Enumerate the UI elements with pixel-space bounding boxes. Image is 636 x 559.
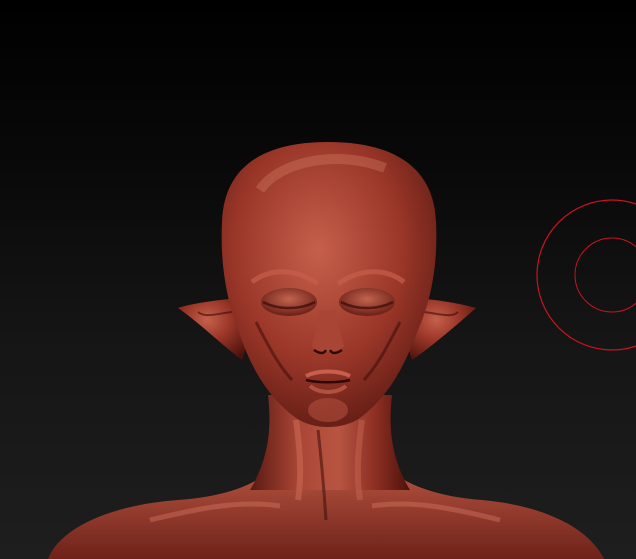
viewport-canvas[interactable] <box>0 0 636 559</box>
brush-outer-ring <box>536 199 636 351</box>
model-chin <box>308 398 348 422</box>
model-eye-left <box>261 288 317 316</box>
brush-inner-ring <box>574 237 636 313</box>
sculpt-viewport[interactable] <box>0 0 636 559</box>
model-eye-right <box>339 288 395 316</box>
model-head <box>221 142 437 427</box>
brush-circle-icon <box>536 199 636 351</box>
